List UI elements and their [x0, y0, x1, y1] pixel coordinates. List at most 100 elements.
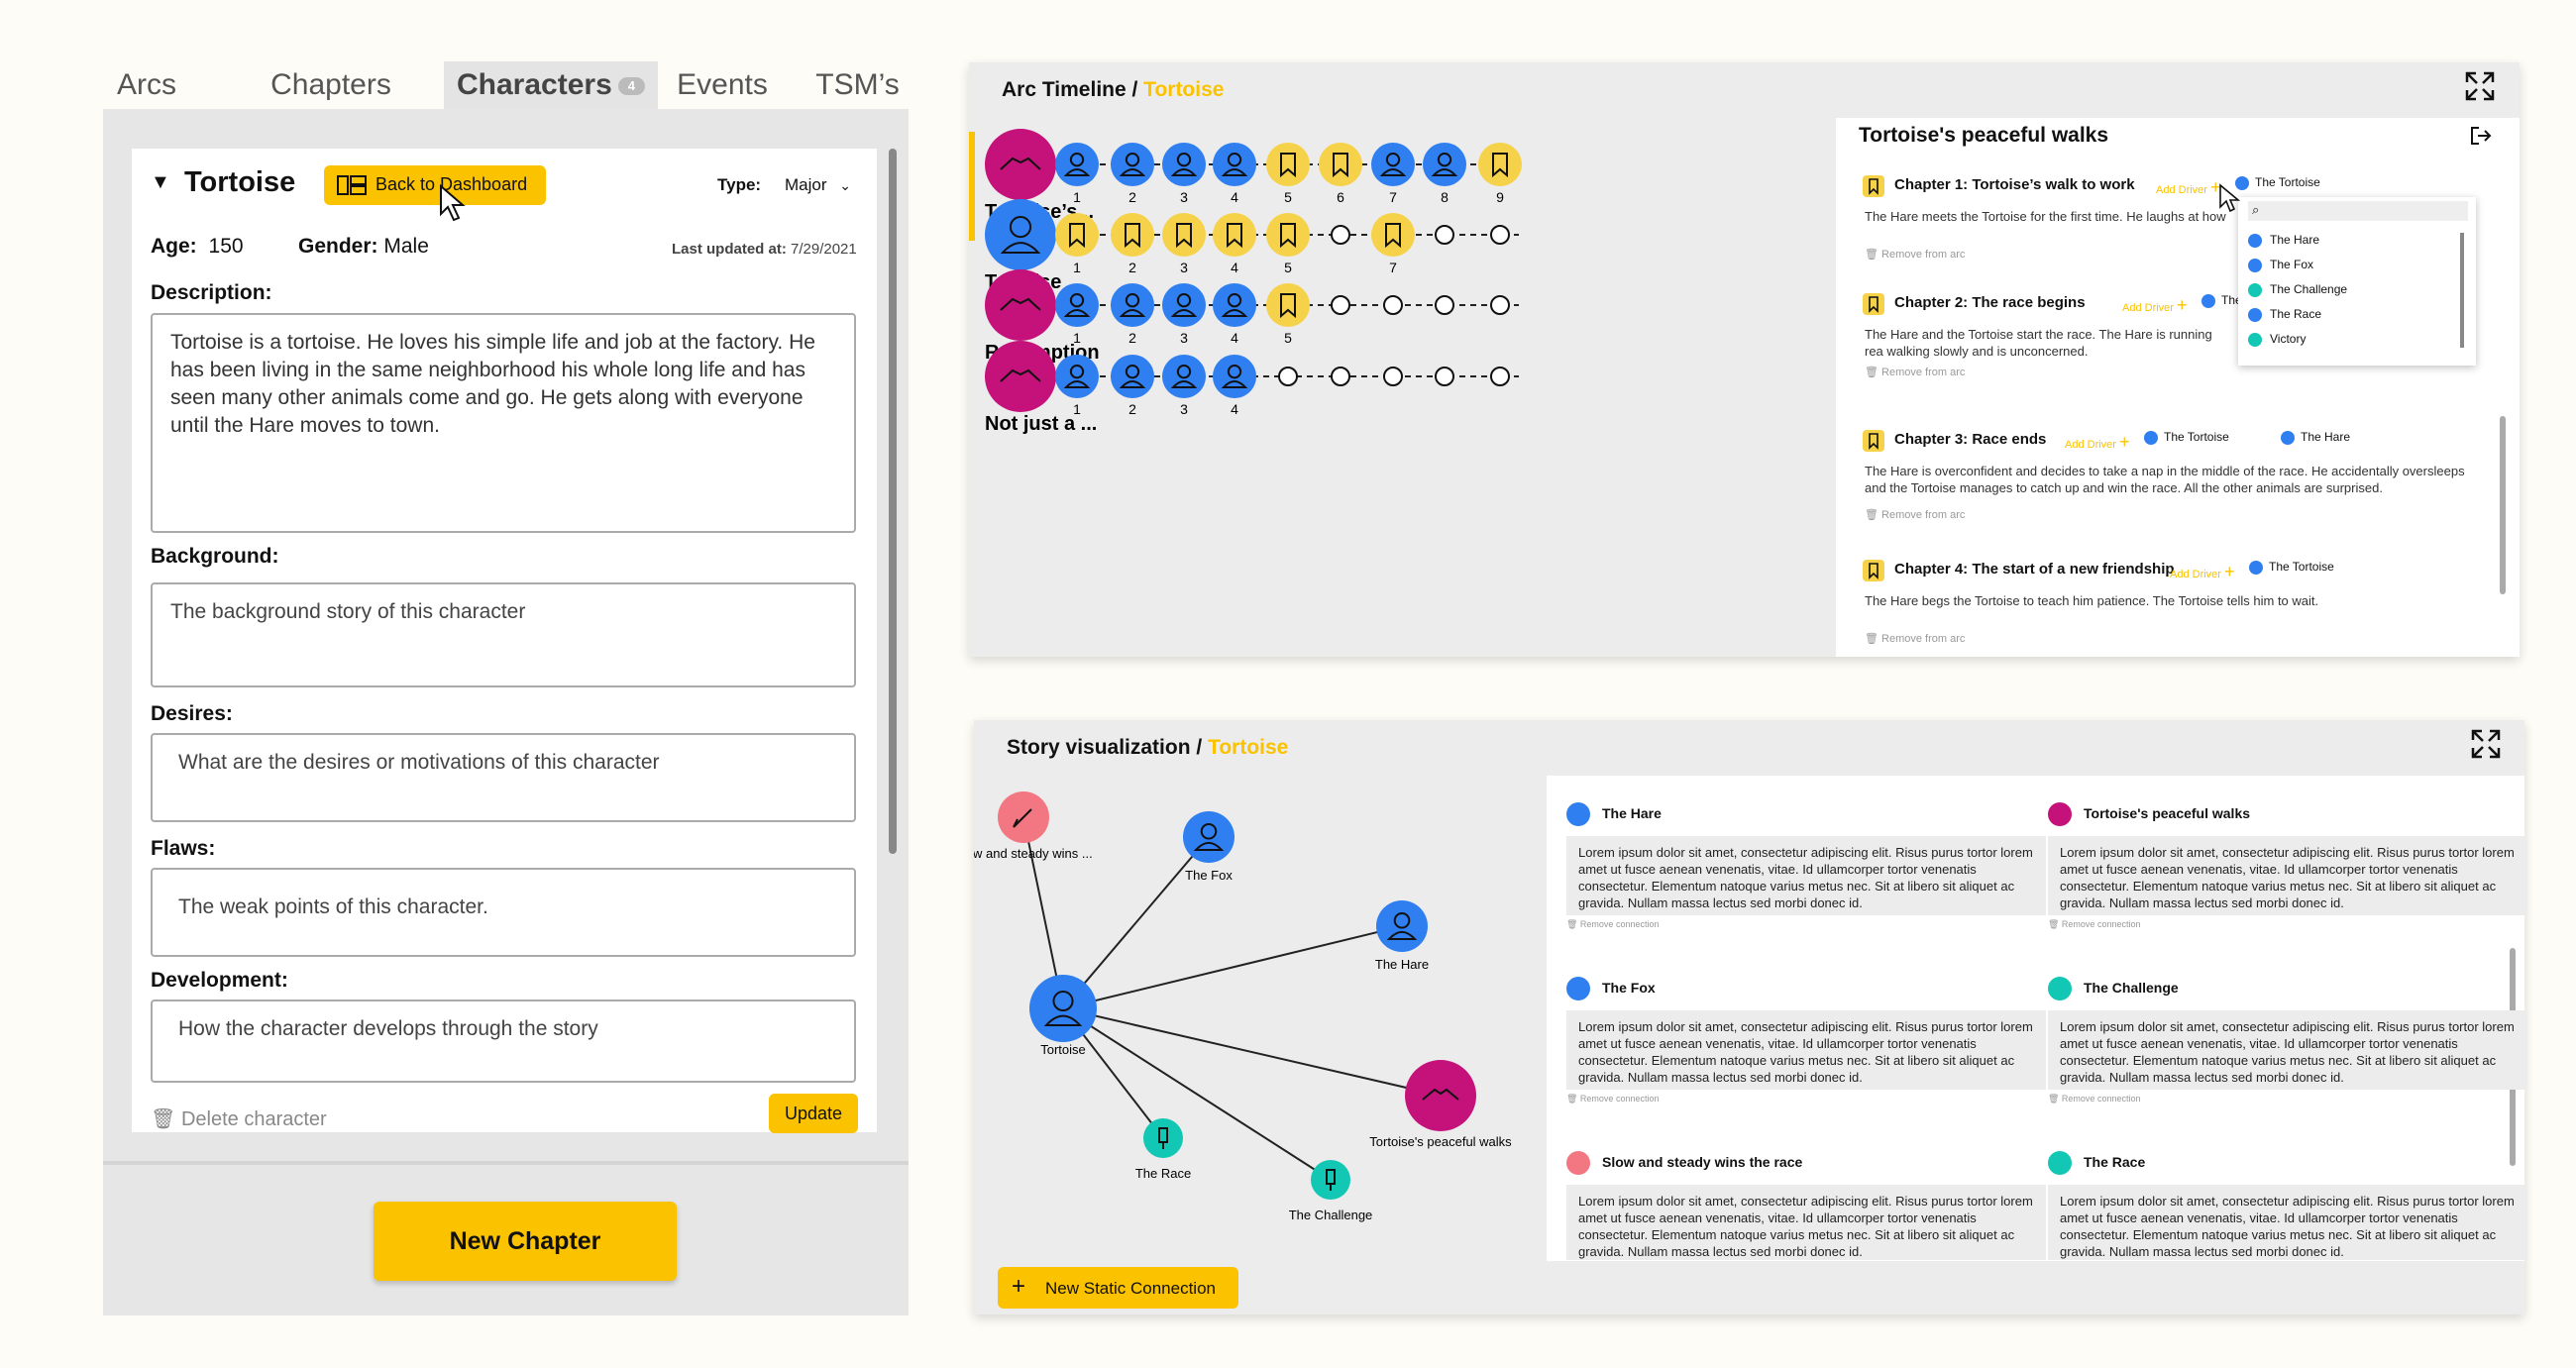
character-node-icon[interactable]: [1213, 143, 1256, 186]
dropdown-item[interactable]: Victory: [2248, 332, 2306, 347]
remove-from-arc-button[interactable]: 🗑 Remove from arc: [1865, 632, 1965, 645]
character-node-icon[interactable]: [1162, 355, 1206, 398]
connection-card[interactable]: Tortoise's peaceful walks Lorem ipsum dol…: [2048, 802, 2527, 931]
new-static-connection-button[interactable]: + New Static Connection: [998, 1267, 1238, 1309]
graph-node-fox[interactable]: The Fox: [1183, 811, 1234, 883]
remove-connection-button[interactable]: 🗑 Remove connection: [2048, 919, 2140, 930]
graph-node-hare[interactable]: The Hare: [1375, 900, 1429, 972]
character-node-icon[interactable]: [1055, 355, 1099, 398]
character-node-icon[interactable]: [1111, 355, 1154, 398]
tab-characters[interactable]: Characters 4: [444, 61, 658, 109]
dropdown-item[interactable]: The Fox: [2248, 258, 2313, 272]
empty-slot[interactable]: [1331, 225, 1350, 245]
background-field[interactable]: The background story of this character: [151, 582, 856, 687]
bookmark-icon[interactable]: [1266, 283, 1310, 327]
person-icon[interactable]: [1029, 975, 1097, 1042]
character-node-icon[interactable]: [1423, 143, 1466, 186]
dropdown-scrollbar[interactable]: [2460, 233, 2464, 348]
empty-slot[interactable]: [1383, 367, 1403, 386]
add-driver-button[interactable]: Add Driver +: [2170, 562, 2235, 582]
empty-slot[interactable]: [1490, 367, 1510, 386]
tab-tsms[interactable]: TSM’s: [806, 61, 909, 109]
empty-slot[interactable]: [1435, 295, 1454, 315]
bookmark-icon[interactable]: [1213, 213, 1256, 257]
graph-node-race[interactable]: The Race: [1135, 1118, 1191, 1181]
collapse-triangle-icon[interactable]: ▼: [151, 171, 170, 194]
add-driver-button[interactable]: Add Driver +: [2065, 432, 2130, 453]
empty-slot[interactable]: [1331, 295, 1350, 315]
bookmark-icon[interactable]: [1371, 213, 1415, 257]
bookmark-icon[interactable]: [1478, 143, 1522, 186]
event-icon[interactable]: [1143, 1118, 1183, 1158]
arc-icon[interactable]: [985, 341, 1056, 412]
empty-slot[interactable]: [1331, 367, 1350, 386]
bookmark-icon[interactable]: [1319, 143, 1362, 186]
character-node-icon[interactable]: [1371, 143, 1415, 186]
chapter-item[interactable]: Chapter 4: The start of a new friendship…: [1863, 557, 2497, 666]
empty-slot[interactable]: [1435, 225, 1454, 245]
connection-card[interactable]: Slow and steady wins the race Lorem ipsum…: [1566, 1151, 2046, 1260]
event-icon[interactable]: [1311, 1160, 1350, 1200]
bookmark-icon[interactable]: [1266, 213, 1310, 257]
chapter-item[interactable]: Chapter 3: Race ends Add Driver + The Tort…: [1863, 427, 2497, 536]
delete-character-button[interactable]: 🗑 Delete character: [151, 1106, 327, 1131]
person-icon[interactable]: [985, 199, 1056, 270]
exit-icon[interactable]: [2469, 125, 2493, 147]
character-node-icon[interactable]: [1111, 283, 1154, 327]
remove-from-arc-button[interactable]: 🗑 Remove from arc: [1865, 248, 1965, 261]
flaws-field[interactable]: The weak points of this character.: [151, 868, 856, 957]
expand-icon[interactable]: [2464, 70, 2496, 102]
remove-from-arc-button[interactable]: 🗑 Remove from arc: [1865, 366, 1965, 378]
empty-slot[interactable]: [1490, 295, 1510, 315]
detail-scrollbar[interactable]: [2500, 416, 2506, 594]
type-select[interactable]: Major ⌄: [785, 175, 854, 195]
bookmark-icon[interactable]: [1055, 213, 1099, 257]
arc-icon[interactable]: [985, 129, 1056, 200]
dropdown-item[interactable]: The Hare: [2248, 233, 2319, 248]
connection-card[interactable]: The Challenge Lorem ipsum dolor sit amet,…: [2048, 977, 2527, 1105]
character-node-icon[interactable]: [1055, 143, 1099, 186]
tab-arcs[interactable]: Arcs: [103, 61, 190, 109]
character-node-icon[interactable]: [1055, 283, 1099, 327]
tab-events[interactable]: Events: [658, 61, 787, 109]
back-to-dashboard-button[interactable]: Back to Dashboard: [324, 165, 546, 205]
bookmark-icon[interactable]: [1266, 143, 1310, 186]
desires-field[interactable]: What are the desires or motivations of t…: [151, 733, 856, 822]
driver-tag[interactable]: The Tortoise: [2235, 175, 2320, 190]
remove-connection-button[interactable]: 🗑 Remove connection: [2048, 1094, 2140, 1105]
empty-slot[interactable]: [1490, 225, 1510, 245]
driver-tag[interactable]: The: [2201, 293, 2242, 308]
graph-node-tortoise[interactable]: Tortoise: [1029, 975, 1097, 1057]
driver-tag[interactable]: The Hare: [2281, 430, 2350, 445]
remove-connection-button[interactable]: 🗑 Remove connection: [1566, 919, 1659, 930]
scrollbar[interactable]: [889, 149, 897, 854]
person-icon[interactable]: [1376, 900, 1428, 952]
timeline-row[interactable]: 12345Redemption: [985, 269, 1519, 364]
empty-slot[interactable]: [1383, 295, 1403, 315]
tab-chapters[interactable]: Chapters: [252, 61, 410, 109]
driver-tag[interactable]: The Tortoise: [2144, 430, 2229, 445]
connection-card[interactable]: The Hare Lorem ipsum dolor sit amet, cons…: [1566, 802, 2046, 931]
character-node-icon[interactable]: [1213, 283, 1256, 327]
dropdown-search-input[interactable]: ⌕: [2248, 201, 2468, 221]
remove-connection-button[interactable]: 🗑 Remove connection: [1566, 1094, 1659, 1105]
new-chapter-button[interactable]: New Chapter: [374, 1202, 677, 1281]
character-node-icon[interactable]: [1162, 283, 1206, 327]
graph-node-challenge[interactable]: The Challenge: [1289, 1160, 1373, 1222]
connection-card[interactable]: The Fox Lorem ipsum dolor sit amet, conse…: [1566, 977, 2046, 1105]
dropdown-item[interactable]: The Challenge: [2248, 282, 2347, 297]
character-node-icon[interactable]: [1213, 355, 1256, 398]
bookmark-icon[interactable]: [1111, 213, 1154, 257]
graph-node-slow[interactable]: Slow and steady wins ...: [974, 791, 1093, 861]
timeline-row[interactable]: 123456789Tortoise’s ..: [985, 129, 1522, 223]
description-field[interactable]: Tortoise is a tortoise. He loves his sim…: [151, 313, 856, 533]
arc-icon[interactable]: [1405, 1060, 1476, 1131]
character-node-icon[interactable]: [1162, 143, 1206, 186]
dropdown-item[interactable]: The Race: [2248, 307, 2321, 322]
development-field[interactable]: How the character develops through the s…: [151, 1000, 856, 1083]
person-icon[interactable]: [1183, 811, 1234, 863]
empty-slot[interactable]: [1278, 367, 1298, 386]
add-driver-button[interactable]: Add Driver +: [2156, 177, 2221, 198]
empty-slot[interactable]: [1435, 367, 1454, 386]
expand-icon[interactable]: [2470, 728, 2502, 760]
